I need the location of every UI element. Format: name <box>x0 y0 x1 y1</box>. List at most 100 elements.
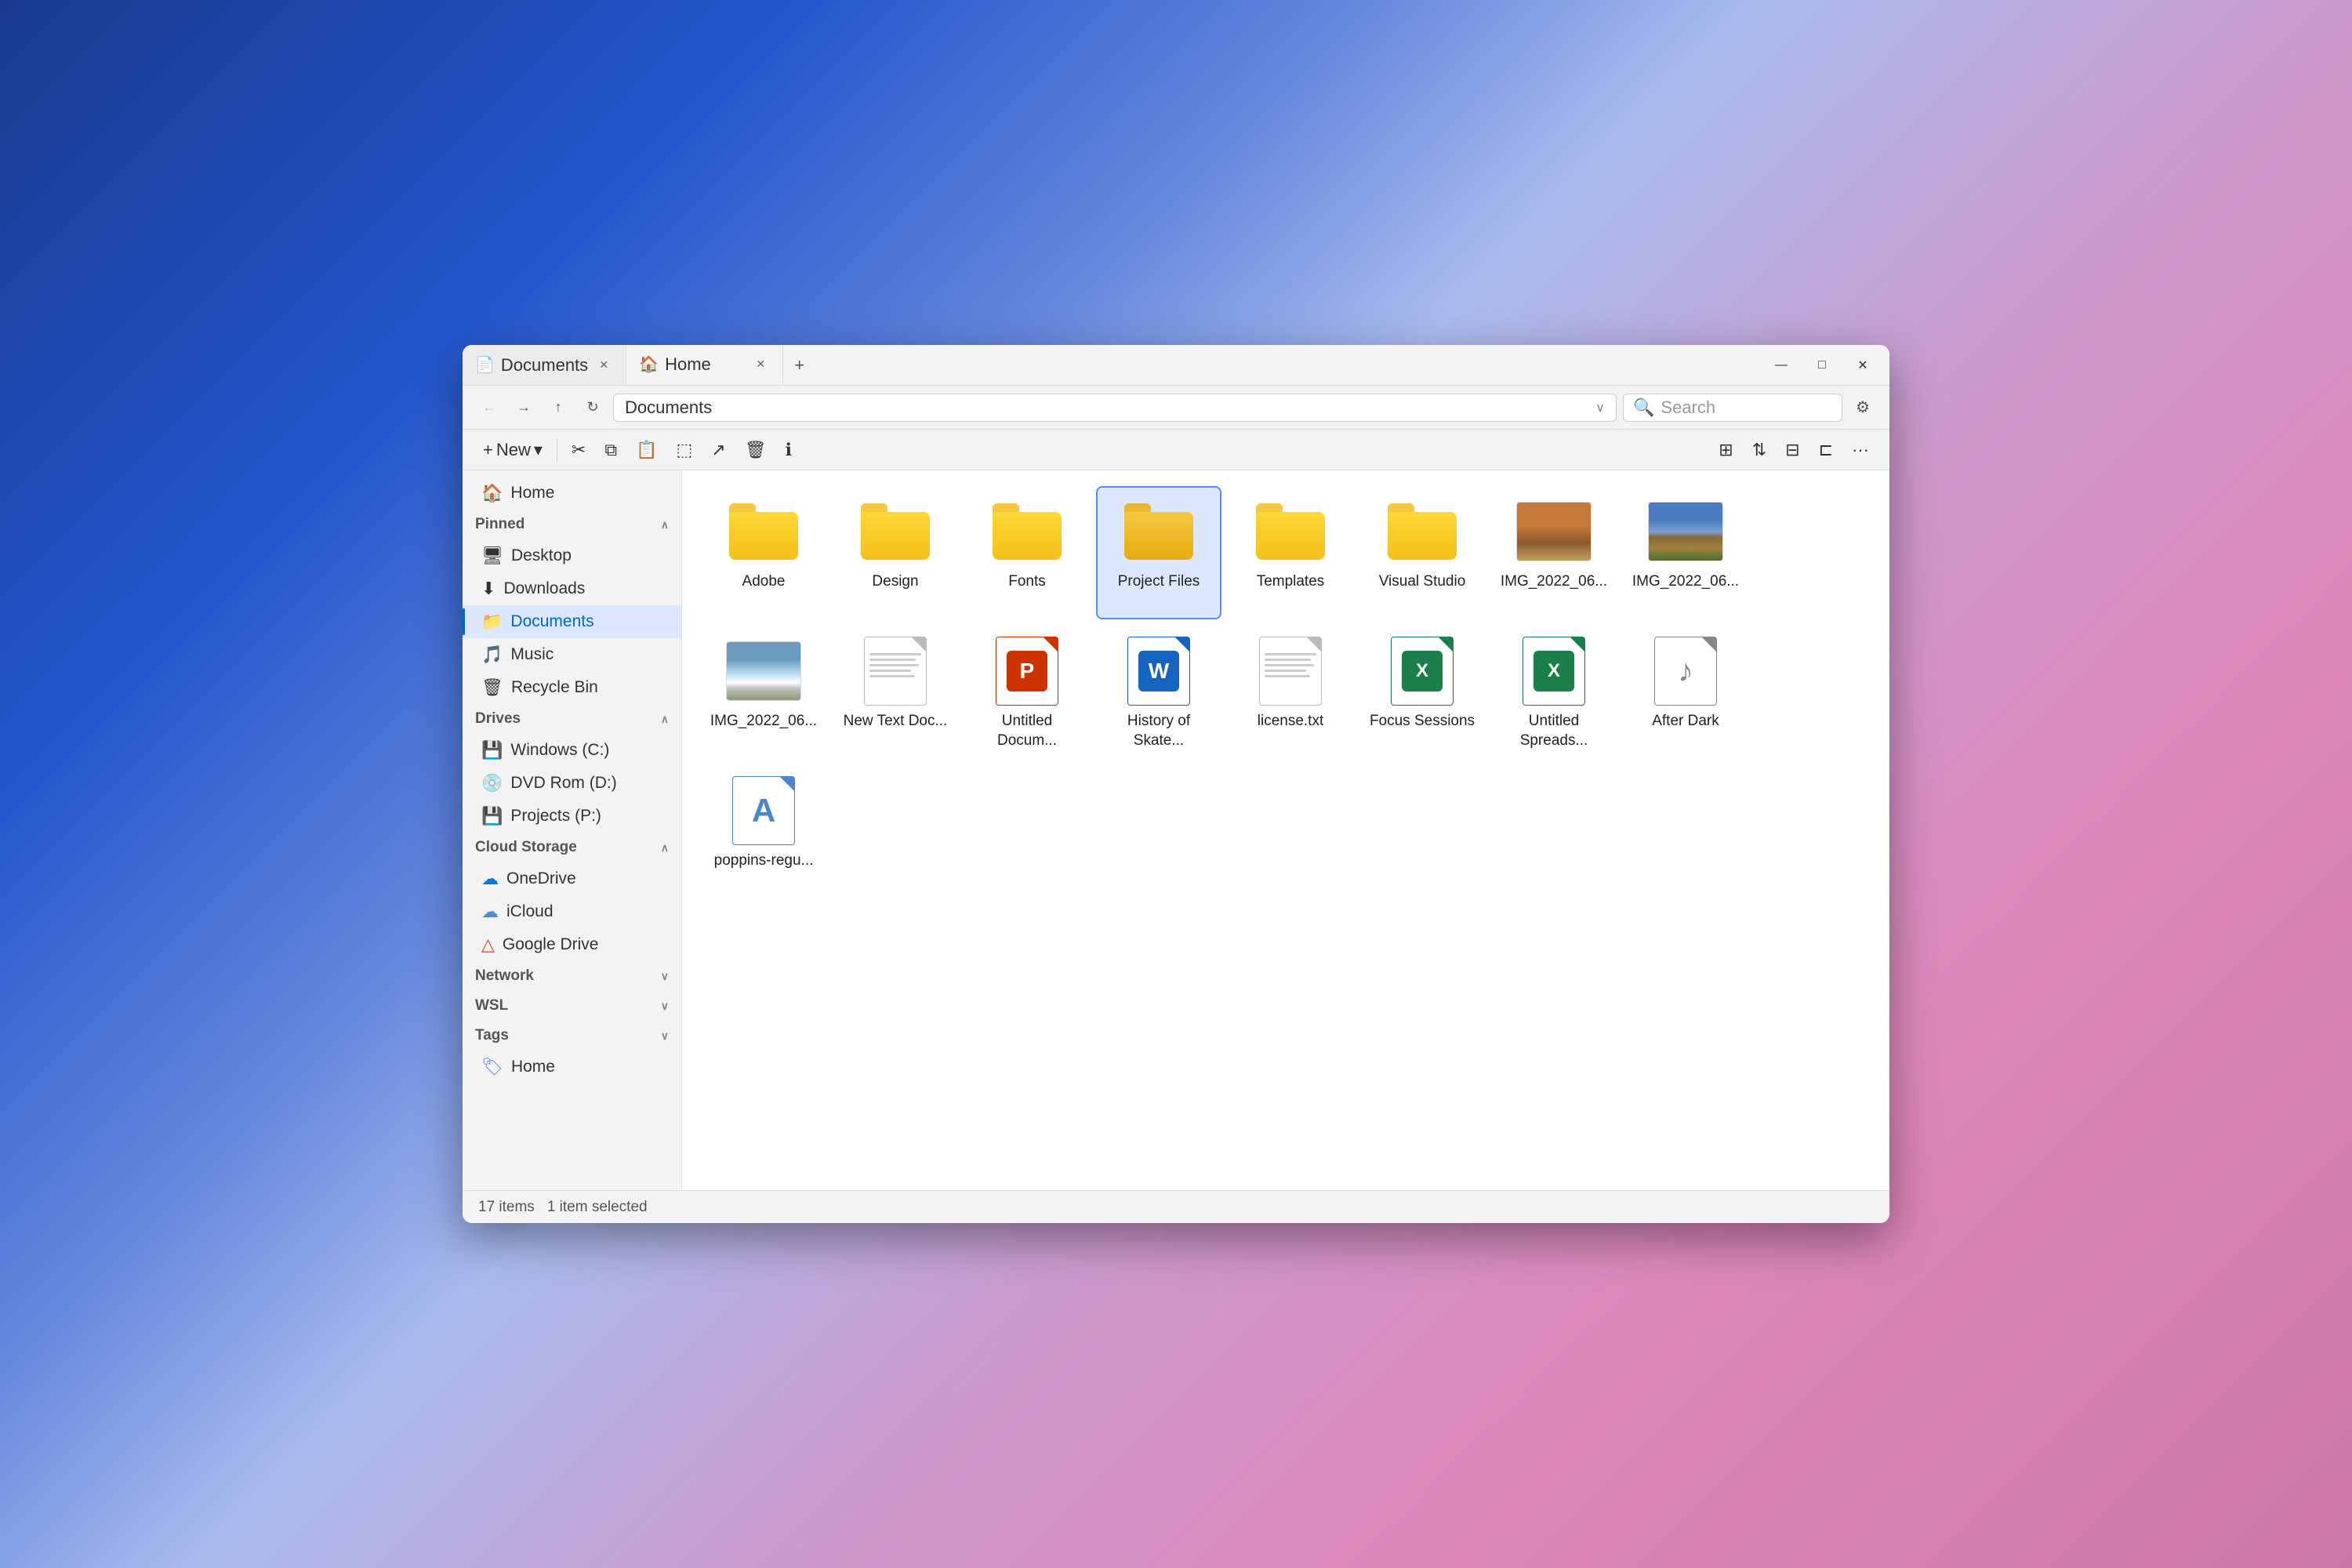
copy-button[interactable]: ⧉ <box>597 436 625 464</box>
ppt-badge: P <box>1007 651 1047 691</box>
tab-home[interactable]: 🏠 Home ✕ <box>626 345 783 385</box>
sidebar-item-projects-p[interactable]: 💾 Projects (P:) <box>463 800 681 833</box>
file-item-project-files[interactable]: Project Files <box>1096 486 1221 619</box>
delete-button[interactable]: 🗑 <box>737 436 775 464</box>
settings-button[interactable]: ⚙ <box>1849 394 1877 422</box>
sidebar-item-music[interactable]: 🎵 Music 📌 <box>463 638 681 671</box>
address-field[interactable]: Documents ∨ <box>613 394 1617 422</box>
focus-sessions-label: Focus Sessions <box>1370 712 1475 731</box>
pinned-label: Pinned <box>475 516 524 533</box>
panel-button[interactable]: ⊏ <box>1811 436 1841 464</box>
sidebar-section-pinned[interactable]: Pinned ∧ <box>463 510 681 539</box>
new-plus-icon: + <box>483 440 493 460</box>
add-tab-button[interactable]: + <box>783 345 815 385</box>
sidebar-item-downloads[interactable]: ⬇ Downloads 📌 <box>463 572 681 605</box>
documents-tab-close[interactable]: ✕ <box>594 356 613 375</box>
file-item-new-text[interactable]: New Text Doc... <box>833 626 958 759</box>
rename-button[interactable]: ⬚ <box>668 436 700 464</box>
tags-label: Tags <box>475 1027 509 1044</box>
file-item-after-dark[interactable]: ♪ After Dark <box>1623 626 1748 759</box>
view-toggle-1[interactable]: ⊞ <box>1711 436 1740 464</box>
file-item-untitled-spread[interactable]: X Untitled Spreads... <box>1491 626 1617 759</box>
drives-label: Drives <box>475 710 521 728</box>
img1-thumb <box>1516 497 1592 566</box>
file-item-img1[interactable]: IMG_2022_06... <box>1491 486 1617 619</box>
info-button[interactable]: ℹ <box>778 436 800 464</box>
sidebar-downloads-label: Downloads <box>503 579 585 598</box>
sidebar-item-googledrive[interactable]: △ Google Drive <box>463 928 681 961</box>
file-item-history[interactable]: W History of Skate... <box>1096 626 1221 759</box>
back-button[interactable]: ← <box>475 394 503 422</box>
sidebar-item-desktop[interactable]: 🖥 Desktop 📌 <box>463 539 681 572</box>
history-thumb: W <box>1121 637 1196 706</box>
untitled-doc-thumb: P <box>989 637 1065 706</box>
new-chevron-icon: ▾ <box>534 440 543 460</box>
wsl-label: WSL <box>475 997 508 1014</box>
file-item-templates[interactable]: Templates <box>1228 486 1353 619</box>
refresh-button[interactable]: ↻ <box>579 394 607 422</box>
file-item-adobe[interactable]: Adobe <box>701 486 826 619</box>
documents-tab-icon: 📄 <box>475 355 495 375</box>
file-item-license[interactable]: license.txt <box>1228 626 1353 759</box>
maximize-button[interactable]: □ <box>1802 345 1842 386</box>
view-toggle-2[interactable]: ⊟ <box>1777 436 1807 464</box>
sidebar-item-icloud[interactable]: ☁ iCloud <box>463 895 681 928</box>
sidebar-section-tags[interactable]: Tags ∨ <box>463 1021 681 1051</box>
excel-badge-1: X <box>1402 651 1443 691</box>
recycle-sidebar-icon: 🗑 <box>481 677 503 698</box>
sidebar-section-drives[interactable]: Drives ∧ <box>463 704 681 734</box>
file-item-poppins[interactable]: A poppins-regu... <box>701 765 826 898</box>
googledrive-icon: △ <box>481 935 495 955</box>
toolbar: + New ▾ ✂ ⧉ 📋 ⬚ ↗ 🗑 ℹ ⊞ ⇅ ⊟ ⊏ ··· <box>463 430 1889 470</box>
address-path: Documents <box>625 397 712 418</box>
sidebar-item-home-tag[interactable]: 🏷 Home <box>463 1051 681 1083</box>
forward-button[interactable]: → <box>510 394 538 422</box>
tab-documents[interactable]: 📄 Documents ✕ <box>463 345 626 385</box>
sidebar-recycle-label: Recycle Bin <box>511 678 598 697</box>
poppins-thumb: A <box>726 776 801 845</box>
sidebar-windows-c-label: Windows (C:) <box>510 741 609 760</box>
file-item-focus-sessions[interactable]: X Focus Sessions <box>1359 626 1485 759</box>
minimize-button[interactable]: — <box>1761 345 1802 386</box>
more-button[interactable]: ··· <box>1844 436 1877 464</box>
project-files-folder-thumb <box>1121 497 1196 566</box>
new-text-label: New Text Doc... <box>844 712 948 731</box>
close-button[interactable]: ✕ <box>1842 345 1883 386</box>
untitled-spread-label: Untitled Spreads... <box>1499 712 1609 750</box>
home-tab-close[interactable]: ✕ <box>751 355 770 374</box>
paste-button[interactable]: 📋 <box>628 436 665 464</box>
up-button[interactable]: ↑ <box>544 394 572 422</box>
sidebar-section-wsl[interactable]: WSL ∨ <box>463 991 681 1021</box>
share-button[interactable]: ↗ <box>703 436 733 464</box>
sort-button[interactable]: ⇅ <box>1744 436 1774 464</box>
search-placeholder: Search <box>1661 397 1715 418</box>
item-count: 17 items <box>478 1199 535 1216</box>
file-area[interactable]: Adobe Design <box>682 470 1889 1190</box>
sidebar-item-home[interactable]: 🏠 Home <box>463 477 681 510</box>
address-chevron-icon: ∨ <box>1595 400 1605 416</box>
tags-chevron-icon: ∨ <box>661 1029 669 1043</box>
search-field[interactable]: 🔍 Search <box>1623 394 1842 422</box>
file-item-design[interactable]: Design <box>833 486 958 619</box>
file-item-img2[interactable]: IMG_2022_06... <box>1623 486 1748 619</box>
design-label: Design <box>872 572 918 592</box>
sidebar-section-cloud[interactable]: Cloud Storage ∧ <box>463 833 681 862</box>
new-button[interactable]: + New ▾ <box>475 436 550 464</box>
sidebar-item-recycle[interactable]: 🗑 Recycle Bin 📌 <box>463 671 681 704</box>
main-content: 🏠 Home Pinned ∧ 🖥 Desktop 📌 ⬇ Downloads … <box>463 470 1889 1190</box>
file-item-fonts[interactable]: Fonts <box>964 486 1090 619</box>
history-label: History of Skate... <box>1104 712 1214 750</box>
sidebar-section-network[interactable]: Network ∨ <box>463 961 681 991</box>
sidebar-item-windows-c[interactable]: 💾 Windows (C:) <box>463 734 681 767</box>
file-item-untitled-doc[interactable]: P Untitled Docum... <box>964 626 1090 759</box>
file-explorer-window: 📄 Documents ✕ 🏠 Home ✕ + — □ ✕ ← → ↑ ↻ D… <box>463 345 1889 1223</box>
cut-button[interactable]: ✂ <box>564 436 593 464</box>
address-bar: ← → ↑ ↻ Documents ∨ 🔍 Search ⚙ <box>463 386 1889 430</box>
sidebar-item-onedrive[interactable]: ☁ OneDrive <box>463 862 681 895</box>
sidebar-item-documents[interactable]: 📁 Documents 📌 <box>463 605 681 638</box>
new-label: New <box>496 440 531 460</box>
poppins-label: poppins-regu... <box>714 851 814 871</box>
file-item-img3[interactable]: IMG_2022_06... <box>701 626 826 759</box>
file-item-visual-studio[interactable]: Visual Studio <box>1359 486 1485 619</box>
sidebar-item-dvd-d[interactable]: 💿 DVD Rom (D:) <box>463 767 681 800</box>
